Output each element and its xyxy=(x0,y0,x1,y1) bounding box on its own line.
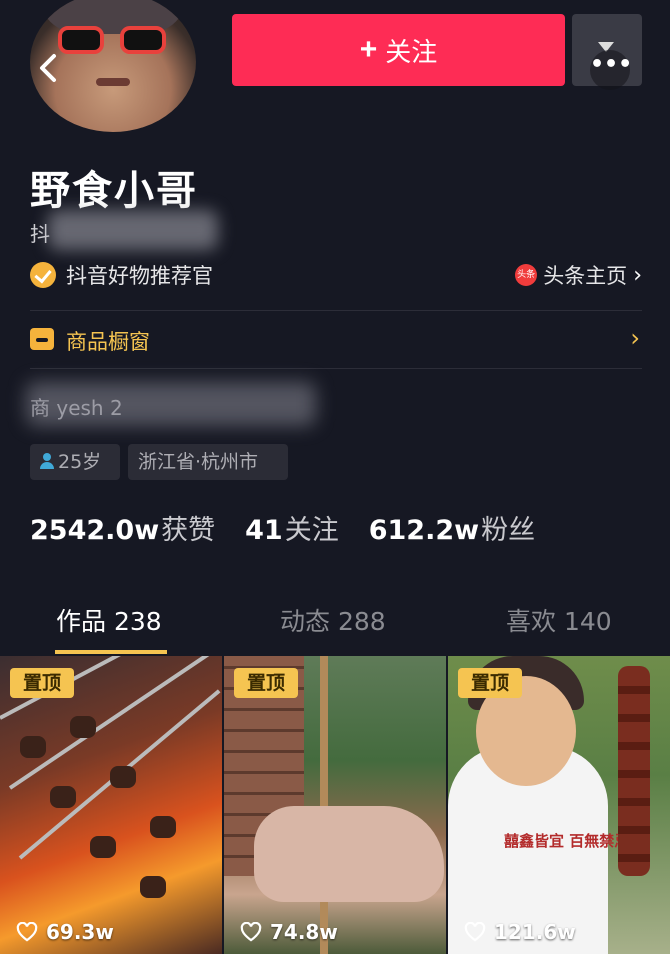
back-arrow-icon[interactable] xyxy=(34,50,64,86)
badge-row: 抖音好物推荐官 头条 头条主页 › xyxy=(30,260,642,290)
location-tag: 浙江省·杭州市 xyxy=(128,444,288,480)
heart-icon xyxy=(16,922,38,942)
pinned-badge: 置顶 xyxy=(458,668,522,698)
toutiao-icon: 头条 xyxy=(515,264,538,286)
recommender-badge-text: 抖音好物推荐官 xyxy=(66,264,213,288)
tab-liked[interactable]: 喜欢 140 xyxy=(506,602,612,638)
likes-label: 获赞 xyxy=(161,515,216,546)
fans-count: 612.2w xyxy=(368,515,480,546)
plus-icon: + xyxy=(359,33,378,66)
video-likes-count: 121.6w xyxy=(494,920,576,944)
heart-icon xyxy=(464,922,486,942)
video-grid: 置顶 69.3w 置顶 74.8w 囍鑫皆宜 百無禁忌 置顶 121.6w xyxy=(0,656,670,954)
meat-skewer xyxy=(618,666,650,876)
active-tab-indicator xyxy=(55,650,167,654)
meat-piece xyxy=(90,836,116,858)
following-stat[interactable]: 41关注 xyxy=(245,508,339,547)
divider xyxy=(30,368,642,369)
profile-name: 野食小哥 xyxy=(30,168,198,214)
likes-count: 2542.0w xyxy=(30,515,160,546)
wooden-pole xyxy=(320,656,328,954)
more-dots-icon: ••• xyxy=(590,50,632,90)
pinned-badge: 置顶 xyxy=(10,668,74,698)
age-tag: 25岁 xyxy=(30,444,120,480)
follow-button-label: 关注 xyxy=(385,36,438,67)
avatar-sunglasses xyxy=(58,26,166,54)
meat-piece xyxy=(50,786,76,808)
avatar-mouth xyxy=(96,78,130,86)
shop-icon xyxy=(30,328,54,350)
tab-works[interactable]: 作品 238 xyxy=(56,602,162,638)
more-button[interactable]: ••• xyxy=(572,14,642,90)
meat-piece xyxy=(140,876,166,898)
video-likes: 121.6w xyxy=(464,920,576,944)
stats-row: 2542.0w获赞 41关注 612.2w粉丝 xyxy=(30,508,565,547)
redacted-id-blur xyxy=(48,210,218,250)
tab-activity[interactable]: 动态 288 xyxy=(280,602,386,638)
heart-icon xyxy=(240,922,262,942)
meat-piece xyxy=(70,716,96,738)
shop-window-label: 商品橱窗 xyxy=(66,330,150,354)
verified-check-icon xyxy=(30,262,56,288)
age-tag-label: 25岁 xyxy=(58,451,102,473)
toutiao-label: 头条主页 xyxy=(543,264,628,288)
chevron-right-icon: › xyxy=(630,324,640,352)
video-thumbnail[interactable]: 置顶 74.8w xyxy=(224,656,446,954)
meat-piece xyxy=(20,736,46,758)
meat-piece xyxy=(110,766,136,788)
video-thumbnail[interactable]: 置顶 69.3w xyxy=(0,656,222,954)
shop-window-row[interactable]: 商品橱窗 › xyxy=(30,324,642,358)
fans-stat[interactable]: 612.2w粉丝 xyxy=(369,508,535,547)
video-likes: 74.8w xyxy=(240,920,338,944)
person-icon xyxy=(40,453,54,469)
follow-button[interactable]: + 关注 xyxy=(232,14,565,86)
following-label: 关注 xyxy=(284,515,339,546)
video-likes: 69.3w xyxy=(16,920,114,944)
fans-label: 粉丝 xyxy=(481,515,536,546)
video-likes-count: 74.8w xyxy=(270,920,338,944)
video-thumbnail[interactable]: 囍鑫皆宜 百無禁忌 置顶 121.6w xyxy=(448,656,670,954)
pinned-badge: 置顶 xyxy=(234,668,298,698)
chevron-right-icon: › xyxy=(633,262,642,288)
likes-stat[interactable]: 2542.0w获赞 xyxy=(30,508,215,547)
content-tabs: 作品 238 动态 288 喜欢 140 xyxy=(0,596,670,656)
redacted-bio-blur xyxy=(26,382,316,426)
toutiao-homepage-link[interactable]: 头条 头条主页 › xyxy=(515,260,642,290)
following-count: 41 xyxy=(245,515,283,546)
meat-piece xyxy=(150,816,176,838)
divider xyxy=(30,310,642,311)
video-likes-count: 69.3w xyxy=(46,920,114,944)
shirt-print: 囍鑫皆宜 百無禁忌 xyxy=(504,832,630,850)
douyin-id: 抖 xyxy=(30,222,50,246)
roasted-pig xyxy=(254,806,444,902)
